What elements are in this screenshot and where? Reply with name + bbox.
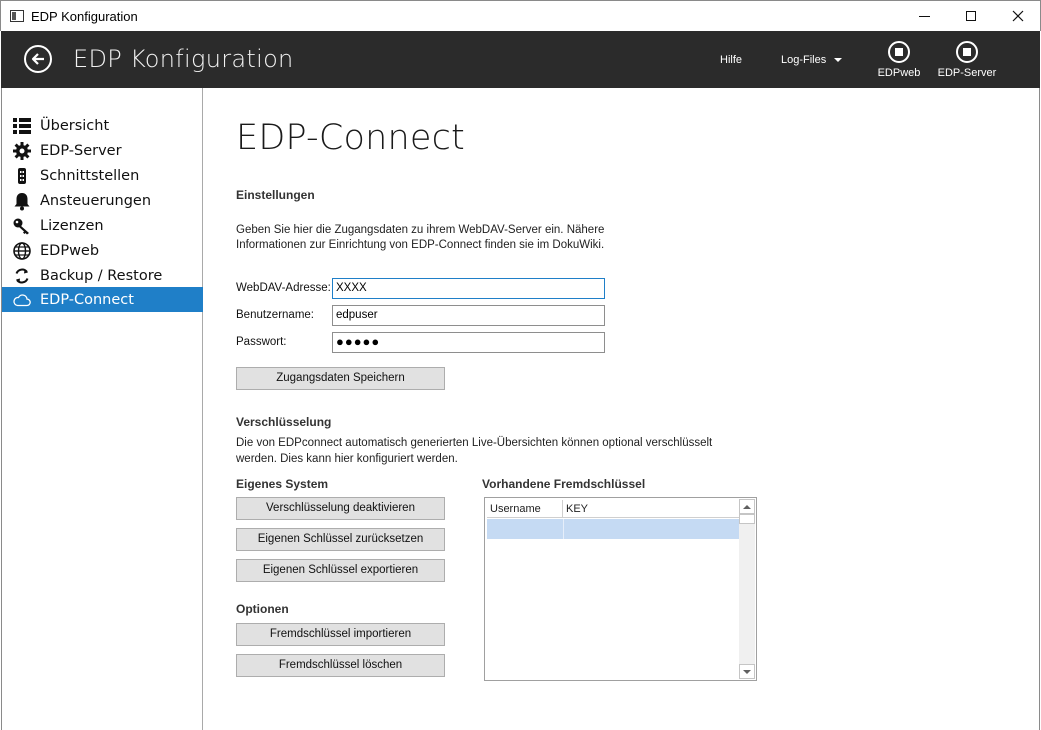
arrow-left-icon — [31, 53, 44, 65]
vertical-scrollbar[interactable] — [739, 499, 755, 679]
export-own-key-button[interactable]: Eigenen Schlüssel exportieren — [236, 559, 445, 582]
edpweb-stop-button[interactable]: EDPweb — [869, 41, 929, 79]
disable-encryption-button[interactable]: Verschlüsselung deaktivieren — [236, 497, 445, 520]
window-title: EDP Konfiguration — [31, 9, 138, 24]
encryption-description-line2: werden. Dies kann hier konfiguriert werd… — [236, 453, 458, 465]
sidebar-item-lizenzen[interactable]: Lizenzen — [2, 213, 203, 238]
table-row[interactable] — [487, 519, 740, 539]
webdav-label: WebDAV-Adresse: — [236, 282, 331, 294]
logfiles-label: Log-Files — [781, 54, 827, 66]
scroll-thumb[interactable] — [739, 514, 755, 524]
close-button[interactable] — [995, 1, 1041, 31]
sidebar-item-label: EDP-Connect — [40, 291, 134, 308]
scroll-up-button[interactable] — [739, 499, 755, 514]
help-link[interactable]: Hilfe — [720, 54, 742, 66]
window-titlebar: EDP Konfiguration — [0, 0, 1041, 31]
app-header: EDP Konfiguration Hilfe Log-Files EDPweb… — [1, 31, 1040, 88]
sidebar-item-label: Lizenzen — [40, 217, 104, 234]
sidebar-item-ansteuerungen[interactable]: Ansteuerungen — [2, 188, 203, 213]
list-icon — [11, 115, 33, 137]
edpserver-stop-button[interactable]: EDP-Server — [937, 41, 997, 79]
close-icon — [1012, 10, 1024, 22]
minimize-icon — [918, 15, 930, 17]
plug-icon — [11, 165, 33, 187]
logfiles-menu[interactable]: Log-Files — [781, 54, 843, 66]
sidebar-item-label: Ansteuerungen — [40, 192, 152, 209]
encryption-heading: Verschlüsselung — [236, 415, 332, 429]
sidebar-item-label: Übersicht — [40, 117, 110, 134]
column-header-key[interactable]: KEY — [563, 500, 740, 518]
delete-foreign-key-button[interactable]: Fremdschlüssel löschen — [236, 654, 445, 677]
stop-circle-icon — [956, 41, 978, 63]
chevron-up-icon — [743, 504, 751, 509]
sidebar-item-edpweb[interactable]: EDPweb — [2, 238, 203, 263]
minimize-button[interactable] — [901, 1, 947, 31]
edpweb-tool-label: EDPweb — [877, 67, 921, 79]
page-title: EDP-Connect — [236, 118, 465, 158]
sidebar-item-backup-restore[interactable]: Backup / Restore — [2, 263, 203, 288]
app-icon — [10, 10, 24, 22]
own-system-heading: Eigenes System — [236, 477, 329, 491]
sidebar: Übersicht EDP-Server Schnittstellen Anst… — [1, 88, 203, 730]
sidebar-item-label: Backup / Restore — [40, 267, 163, 284]
bell-icon — [11, 190, 33, 212]
maximize-icon — [966, 11, 976, 21]
save-credentials-button[interactable]: Zugangsdaten Speichern — [236, 367, 445, 390]
stop-circle-icon — [888, 41, 910, 63]
sync-icon — [11, 265, 33, 287]
sidebar-item-label: Schnittstellen — [40, 167, 140, 184]
main-content: EDP-Connect Einstellungen Geben Sie hier… — [204, 88, 1040, 730]
cloud-icon — [11, 289, 33, 311]
sidebar-item-label: EDPweb — [40, 242, 100, 259]
chevron-down-icon — [834, 58, 843, 63]
key-icon — [11, 215, 33, 237]
username-input[interactable]: edpuser — [332, 305, 605, 326]
foreign-keys-heading: Vorhandene Fremdschlüssel — [482, 477, 646, 491]
password-label: Passwort: — [236, 336, 287, 348]
chevron-down-icon — [743, 669, 751, 674]
back-button[interactable] — [24, 45, 52, 73]
table-header: Username KEY — [487, 500, 740, 518]
cell-divider — [563, 519, 564, 539]
edpserver-tool-label: EDP-Server — [937, 67, 997, 79]
settings-description-line1: Geben Sie hier die Zugangsdaten zu ihrem… — [236, 224, 605, 236]
maximize-button[interactable] — [948, 1, 994, 31]
header-title: EDP Konfiguration — [73, 45, 294, 73]
webdav-address-input[interactable]: XXXX — [332, 278, 605, 299]
reset-own-key-button[interactable]: Eigenen Schlüssel zurücksetzen — [236, 528, 445, 551]
gear-icon — [11, 140, 33, 162]
encryption-description-line1: Die von EDPconnect automatisch generiert… — [236, 437, 713, 449]
column-header-username[interactable]: Username — [487, 500, 563, 518]
sidebar-item-uebersicht[interactable]: Übersicht — [2, 113, 203, 138]
globe-icon — [11, 240, 33, 262]
password-input[interactable]: ●●●●● — [332, 332, 605, 353]
sidebar-item-schnittstellen[interactable]: Schnittstellen — [2, 163, 203, 188]
options-heading: Optionen — [236, 602, 289, 616]
settings-heading: Einstellungen — [236, 188, 315, 202]
settings-description-line2: Informationen zur Einrichtung von EDP-Co… — [236, 239, 605, 251]
username-label: Benutzername: — [236, 309, 314, 321]
foreign-keys-table[interactable]: Username KEY — [484, 497, 757, 681]
sidebar-item-edp-connect[interactable]: EDP-Connect — [2, 287, 203, 312]
scroll-down-button[interactable] — [739, 664, 755, 679]
sidebar-item-edp-server[interactable]: EDP-Server — [2, 138, 203, 163]
import-foreign-key-button[interactable]: Fremdschlüssel importieren — [236, 623, 445, 646]
sidebar-item-label: EDP-Server — [40, 142, 122, 159]
